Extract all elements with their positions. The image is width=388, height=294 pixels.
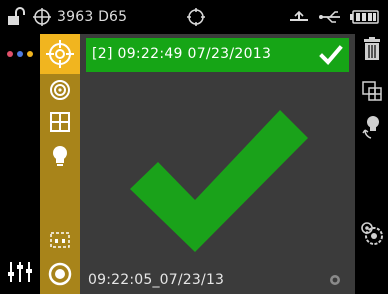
target-tool[interactable] xyxy=(40,34,80,74)
usb-icon xyxy=(318,7,342,27)
trash-icon[interactable] xyxy=(359,36,385,62)
signal-icon xyxy=(288,7,310,27)
illuminant-label: 3963 D65 xyxy=(57,7,127,27)
right-rail xyxy=(355,34,388,294)
status-bar: 3963 D65 xyxy=(0,0,388,34)
checkmark-icon xyxy=(130,110,308,252)
tool-column xyxy=(40,34,80,294)
record-icon xyxy=(48,262,72,286)
illuminant-text: 3963 D65 xyxy=(57,9,128,25)
crosshair-plus-icon xyxy=(32,7,52,27)
left-rail xyxy=(0,34,40,294)
aperture-tool[interactable] xyxy=(44,224,76,256)
banner-checkmark-icon xyxy=(319,45,343,65)
dashed-frame-icon xyxy=(50,232,70,248)
grid-icon xyxy=(50,112,70,132)
copy-compare-icon[interactable] xyxy=(359,78,385,104)
timestamp-text: 09:22:05_07/23/13 xyxy=(88,272,225,288)
menu-dots-icon[interactable] xyxy=(6,44,36,63)
lightbulb-rotate-icon[interactable] xyxy=(359,114,385,140)
lightbulb-tool[interactable] xyxy=(44,140,76,172)
measurement-banner[interactable]: [2] 09:22:49 07/23/2013 xyxy=(86,38,349,72)
grid-tool[interactable] xyxy=(44,106,76,138)
crosshair-icon xyxy=(46,40,74,68)
lightbulb-icon xyxy=(53,146,67,166)
small-circle-icon[interactable] xyxy=(329,274,341,286)
unlock-icon[interactable] xyxy=(6,7,28,27)
gear-target-icon[interactable] xyxy=(359,220,385,246)
sample-tool[interactable] xyxy=(44,74,76,106)
measure-tool[interactable] xyxy=(44,258,76,290)
sliders-icon[interactable] xyxy=(6,260,34,288)
measurement-panel: [2] 09:22:49 07/23/2013 09:22:05_07/23/1… xyxy=(80,34,355,294)
banner-text: [2] 09:22:49 07/23/2013 xyxy=(92,46,272,62)
concentric-circles-icon xyxy=(50,80,70,100)
target-circle-icon xyxy=(186,7,206,27)
battery-icon xyxy=(350,7,380,27)
